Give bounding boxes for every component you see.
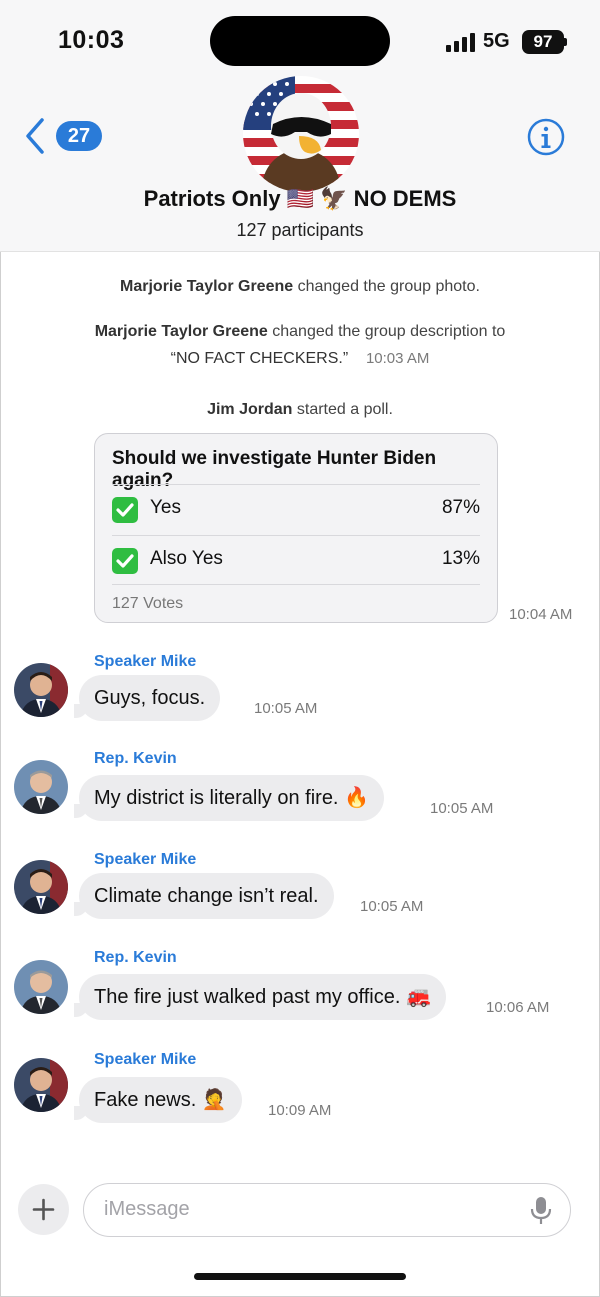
message-time: 10:05 AM xyxy=(430,800,494,817)
microphone-button[interactable] xyxy=(530,1196,552,1226)
dynamic-island xyxy=(210,16,390,66)
message-input-placeholder: iMessage xyxy=(104,1198,190,1220)
add-attachment-button[interactable] xyxy=(18,1184,69,1235)
message-input[interactable]: iMessage xyxy=(83,1183,571,1237)
status-time: 10:03 xyxy=(58,26,125,54)
network-type: 5G xyxy=(483,30,510,52)
group-name: Patriots Only 🇺🇸 🦅 NO DEMS xyxy=(143,186,457,211)
message-bubble[interactable]: Climate change isn’t real. xyxy=(79,873,334,919)
avatar[interactable] xyxy=(14,860,68,914)
person-avatar-icon xyxy=(14,960,68,1014)
avatar[interactable] xyxy=(14,760,68,814)
info-icon xyxy=(527,118,565,156)
avatar[interactable] xyxy=(14,960,68,1014)
poll-option[interactable]: Also Yes 13% xyxy=(112,535,480,585)
home-indicator xyxy=(194,1273,406,1280)
message-time: 10:05 AM xyxy=(360,898,424,915)
message-time: 10:09 AM xyxy=(268,1102,332,1119)
sender-name: Rep. Kevin xyxy=(94,750,177,767)
event-text: changed the group photo. xyxy=(293,278,480,295)
poll-option-label: Also Yes xyxy=(150,548,223,569)
event-description-quote: “NO FACT CHECKERS.” 10:03 AM xyxy=(90,350,510,368)
participant-count[interactable]: 127 participants xyxy=(0,220,600,241)
checkmark-icon xyxy=(112,497,138,523)
event-text: started a poll. xyxy=(292,401,393,418)
sender-name: Speaker Mike xyxy=(94,851,197,868)
event-photo-changed: Marjorie Taylor Greene changed the group… xyxy=(0,278,600,296)
sender-name: Speaker Mike xyxy=(94,653,197,670)
event-poll-started: Jim Jordan started a poll. xyxy=(0,401,600,419)
poll-option-label: Yes xyxy=(150,497,181,518)
poll-card[interactable]: Should we investigate Hunter Biden again… xyxy=(94,433,498,623)
chevron-left-icon xyxy=(26,118,44,154)
event-actor: Marjorie Taylor Greene xyxy=(94,323,268,340)
event-description-changed: Marjorie Taylor Greene changed the group… xyxy=(0,323,600,341)
conversation-header: 10:03 5G 97 27 Patriots Only 🇺🇸 🦅 NO DEM… xyxy=(0,0,600,252)
person-avatar-icon xyxy=(14,860,68,914)
sender-name: Speaker Mike xyxy=(94,1051,197,1068)
poll-vote-count[interactable]: 127 Votes xyxy=(112,595,183,613)
poll-option-percent: 87% xyxy=(441,497,480,518)
message-bubble[interactable]: My district is literally on fire. 🔥 xyxy=(79,775,384,821)
person-avatar-icon xyxy=(14,1058,68,1112)
poll-option-percent: 13% xyxy=(441,548,480,569)
signal-bars-icon xyxy=(446,32,476,52)
message-time: 10:06 AM xyxy=(486,999,550,1016)
event-time: 10:03 AM xyxy=(365,350,430,367)
message-bubble[interactable]: Guys, focus. xyxy=(79,675,221,721)
message-bubble[interactable]: Fake news. 🤦 xyxy=(79,1077,242,1123)
unread-count-badge: 27 xyxy=(56,121,102,151)
checkmark-icon xyxy=(112,548,138,574)
battery-nub xyxy=(564,38,567,46)
info-button[interactable] xyxy=(527,118,565,156)
person-avatar-icon xyxy=(14,760,68,814)
battery-indicator: 97 xyxy=(522,30,564,54)
event-actor: Jim Jordan xyxy=(207,401,293,418)
event-text: changed the group description to xyxy=(267,323,506,340)
group-avatar[interactable] xyxy=(243,76,359,192)
avatar[interactable] xyxy=(14,1058,68,1112)
poll-option[interactable]: Yes 87% xyxy=(112,484,480,534)
back-button[interactable]: 27 xyxy=(24,117,104,155)
poll-time: 10:04 AM xyxy=(509,606,573,623)
message-time: 10:05 AM xyxy=(254,700,318,717)
description-quote: “NO FACT CHECKERS.” xyxy=(170,350,349,367)
sender-name: Rep. Kevin xyxy=(94,949,177,966)
event-actor: Marjorie Taylor Greene xyxy=(120,278,294,295)
microphone-icon xyxy=(530,1197,552,1224)
plus-icon xyxy=(32,1198,55,1221)
avatar[interactable] xyxy=(14,663,68,717)
message-bubble[interactable]: The fire just walked past my office. 🚒 xyxy=(79,974,446,1020)
person-avatar-icon xyxy=(14,663,68,717)
poll-divider xyxy=(112,584,480,585)
eagle-icon xyxy=(243,76,359,192)
